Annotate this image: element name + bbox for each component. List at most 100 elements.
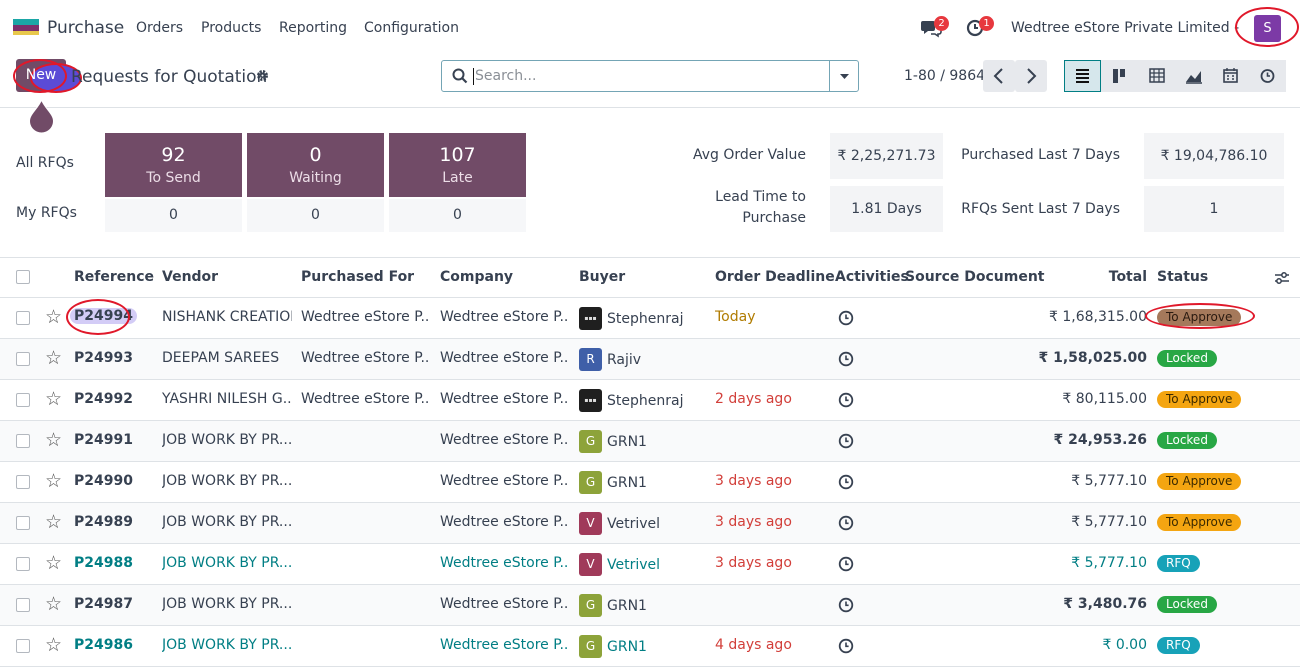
view-kanban-button[interactable] — [1101, 60, 1138, 92]
menu-orders[interactable]: Orders — [136, 20, 183, 36]
star-icon[interactable]: ☆ — [45, 634, 62, 656]
table-row[interactable]: ☆ P24992 YASHRI NILESH G... Wedtree eStore … — [0, 380, 1300, 421]
reference-cell[interactable]: P24986 — [74, 637, 133, 653]
purchased-7days-value: ₹ 19,04,786.10 — [1144, 133, 1284, 179]
my-to-send[interactable]: 0 — [105, 199, 242, 232]
col-source-document[interactable]: Source Document — [905, 269, 1045, 285]
activity-clock-icon[interactable] — [838, 638, 854, 654]
new-button[interactable]: New — [16, 59, 82, 93]
activity-clock-icon[interactable] — [838, 515, 854, 531]
table-row[interactable]: ☆ P24988 JOB WORK BY PR... Wedtree eStore P… — [0, 544, 1300, 585]
star-icon[interactable]: ☆ — [45, 511, 62, 533]
buyer-name[interactable]: GRN1 — [607, 434, 647, 450]
star-icon[interactable]: ☆ — [45, 470, 62, 492]
row-checkbox[interactable] — [16, 352, 30, 366]
view-list-button[interactable] — [1064, 60, 1101, 92]
table-row[interactable]: ☆ P24987 JOB WORK BY PR... Wedtree eStore P… — [0, 585, 1300, 626]
star-icon[interactable]: ☆ — [45, 306, 62, 328]
buyer-name[interactable]: GRN1 — [607, 475, 647, 491]
app-name[interactable]: Purchase — [47, 18, 124, 38]
status-badge: Locked — [1157, 350, 1217, 367]
reference-cell[interactable]: P24987 — [74, 596, 133, 612]
activity-clock-icon[interactable] — [838, 433, 854, 449]
menu-configuration[interactable]: Configuration — [364, 20, 459, 36]
table-row[interactable]: ☆ P24993 DEEPAM SAREES Wedtree eStore P... W… — [0, 339, 1300, 380]
activity-clock-icon[interactable] — [838, 597, 854, 613]
view-graph-button[interactable] — [1175, 60, 1212, 92]
table-row[interactable]: ☆ P24991 JOB WORK BY PR... Wedtree eStore P… — [0, 421, 1300, 462]
buyer-name[interactable]: GRN1 — [607, 639, 647, 655]
col-total[interactable]: Total — [1090, 269, 1147, 285]
menu-products[interactable]: Products — [201, 20, 261, 36]
pager-value[interactable]: 1-80 / 9864 — [904, 68, 985, 84]
buyer-name[interactable]: Vetrivel — [607, 516, 660, 532]
buyer-name[interactable]: Stephenraj — [607, 393, 683, 409]
star-icon[interactable]: ☆ — [45, 347, 62, 369]
col-buyer[interactable]: Buyer — [579, 269, 625, 285]
star-icon[interactable]: ☆ — [45, 429, 62, 451]
reference-cell[interactable]: P24991 — [74, 432, 133, 448]
table-row[interactable]: ☆ P24994 NISHANK CREATION Wedtree eStore P.… — [0, 298, 1300, 339]
reference-cell[interactable]: P24993 — [74, 350, 133, 366]
my-late[interactable]: 0 — [389, 199, 526, 232]
col-status[interactable]: Status — [1157, 269, 1208, 285]
reference-cell[interactable]: P24990 — [74, 473, 133, 489]
reference-cell[interactable]: P24989 — [74, 514, 133, 530]
menu-reporting[interactable]: Reporting — [279, 20, 347, 36]
reference-cell[interactable]: P24992 — [74, 391, 133, 407]
col-order-deadline[interactable]: Order Deadline — [715, 269, 835, 285]
company-switcher[interactable]: Wedtree eStore Private Limited - HO — [1011, 20, 1265, 36]
vendor-cell: DEEPAM SAREES — [162, 350, 280, 366]
user-avatar[interactable]: S — [1254, 15, 1281, 42]
row-checkbox[interactable] — [16, 434, 30, 448]
row-checkbox[interactable] — [16, 557, 30, 571]
row-checkbox[interactable] — [16, 598, 30, 612]
row-checkbox[interactable] — [16, 475, 30, 489]
reference-cell[interactable]: P24994 — [70, 308, 137, 324]
star-icon[interactable]: ☆ — [45, 388, 62, 410]
col-reference[interactable]: Reference — [74, 269, 154, 285]
buyer-name[interactable]: Rajiv — [607, 352, 641, 368]
activity-clock-icon[interactable] — [838, 351, 854, 367]
activity-clock-icon[interactable] — [838, 392, 854, 408]
purchase-app-icon[interactable] — [13, 19, 39, 37]
table-row[interactable]: ☆ P24990 JOB WORK BY PR... Wedtree eStore P… — [0, 462, 1300, 503]
rfqs-sent-label: RFQs Sent Last 7 Days — [961, 201, 1120, 217]
col-vendor[interactable]: Vendor — [162, 269, 218, 285]
buyer-name[interactable]: Stephenraj — [607, 311, 683, 327]
star-icon[interactable]: ☆ — [45, 552, 62, 574]
col-company[interactable]: Company — [440, 269, 513, 285]
activity-clock-icon[interactable] — [838, 310, 854, 326]
pager-next-button[interactable] — [1015, 60, 1047, 92]
tile-to-send[interactable]: 92 To Send — [105, 133, 242, 197]
col-activities[interactable]: Activities — [835, 269, 909, 285]
activity-clock-icon[interactable] — [838, 556, 854, 572]
col-purchased-for[interactable]: Purchased For — [301, 269, 414, 285]
search-input[interactable]: Search... — [475, 68, 536, 84]
my-waiting[interactable]: 0 — [247, 199, 384, 232]
search-bar[interactable]: Search... — [441, 60, 859, 92]
total-cell: ₹ 1,58,025.00 — [1038, 350, 1148, 366]
tile-waiting[interactable]: 0 Waiting — [247, 133, 384, 197]
row-checkbox[interactable] — [16, 393, 30, 407]
view-pivot-button[interactable] — [1138, 60, 1175, 92]
table-row[interactable]: ☆ P24989 JOB WORK BY PR... Wedtree eStore P… — [0, 503, 1300, 544]
pager-previous-button[interactable] — [983, 60, 1015, 92]
select-all-checkbox[interactable] — [16, 270, 30, 284]
tile-late[interactable]: 107 Late — [389, 133, 526, 197]
buyer-name[interactable]: Vetrivel — [607, 557, 660, 573]
buyer-name[interactable]: GRN1 — [607, 598, 647, 614]
optional-columns-icon[interactable] — [1274, 270, 1290, 290]
view-activity-button[interactable] — [1249, 60, 1286, 92]
table-row[interactable]: ☆ P24986 JOB WORK BY PR... Wedtree eStore P… — [0, 626, 1300, 667]
gear-icon[interactable] — [256, 69, 269, 86]
row-checkbox[interactable] — [16, 639, 30, 653]
star-icon[interactable]: ☆ — [45, 593, 62, 615]
status-badge: Locked — [1157, 432, 1217, 449]
row-checkbox[interactable] — [16, 311, 30, 325]
reference-cell[interactable]: P24988 — [74, 555, 133, 571]
view-calendar-button[interactable] — [1212, 60, 1249, 92]
activity-clock-icon[interactable] — [838, 474, 854, 490]
row-checkbox[interactable] — [16, 516, 30, 530]
search-options-toggle[interactable] — [829, 61, 858, 91]
